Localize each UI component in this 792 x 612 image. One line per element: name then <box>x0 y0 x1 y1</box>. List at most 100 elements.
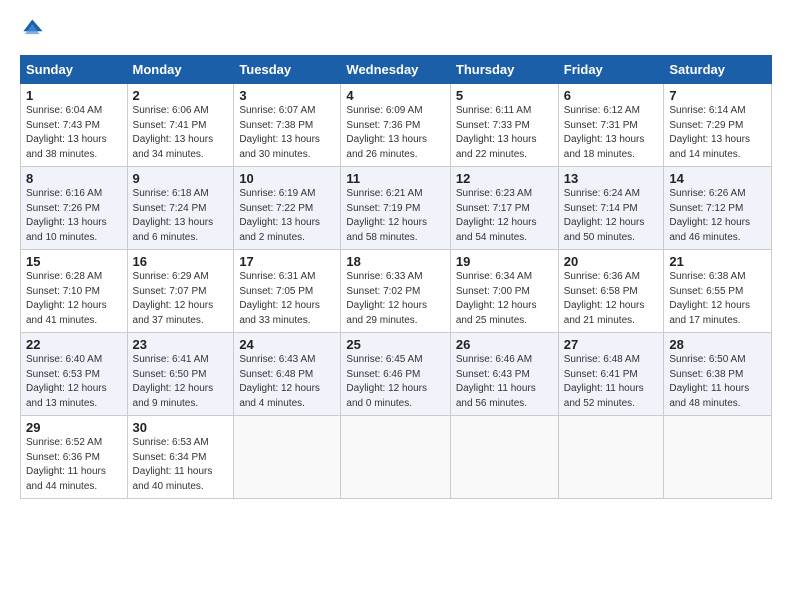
weekday-header-wednesday: Wednesday <box>341 56 450 84</box>
calendar-cell: 1Sunrise: 6:04 AM Sunset: 7:43 PM Daylig… <box>21 84 128 167</box>
day-info: Sunrise: 6:53 AM Sunset: 6:34 PM Dayligh… <box>133 436 229 494</box>
calendar-cell: 27Sunrise: 6:48 AM Sunset: 6:41 PM Dayli… <box>558 333 664 416</box>
logo <box>20 18 44 45</box>
week-row-4: 22Sunrise: 6:40 AM Sunset: 6:53 PM Dayli… <box>21 333 772 416</box>
day-info: Sunrise: 6:29 AM Sunset: 7:07 PM Dayligh… <box>133 270 229 328</box>
day-info: Sunrise: 6:28 AM Sunset: 7:10 PM Dayligh… <box>26 270 122 328</box>
calendar-cell: 8Sunrise: 6:16 AM Sunset: 7:26 PM Daylig… <box>21 167 128 250</box>
day-info: Sunrise: 6:19 AM Sunset: 7:22 PM Dayligh… <box>239 187 335 245</box>
weekday-header-tuesday: Tuesday <box>234 56 341 84</box>
calendar-cell: 12Sunrise: 6:23 AM Sunset: 7:17 PM Dayli… <box>450 167 558 250</box>
day-info: Sunrise: 6:34 AM Sunset: 7:00 PM Dayligh… <box>456 270 553 328</box>
day-info: Sunrise: 6:18 AM Sunset: 7:24 PM Dayligh… <box>133 187 229 245</box>
calendar-cell: 2Sunrise: 6:06 AM Sunset: 7:41 PM Daylig… <box>127 84 234 167</box>
day-info: Sunrise: 6:50 AM Sunset: 6:38 PM Dayligh… <box>669 353 766 411</box>
calendar-cell: 21Sunrise: 6:38 AM Sunset: 6:55 PM Dayli… <box>664 250 772 333</box>
day-number: 9 <box>133 171 229 186</box>
day-info: Sunrise: 6:33 AM Sunset: 7:02 PM Dayligh… <box>346 270 444 328</box>
day-number: 3 <box>239 88 335 103</box>
calendar-cell: 23Sunrise: 6:41 AM Sunset: 6:50 PM Dayli… <box>127 333 234 416</box>
weekday-header-thursday: Thursday <box>450 56 558 84</box>
day-info: Sunrise: 6:52 AM Sunset: 6:36 PM Dayligh… <box>26 436 122 494</box>
day-number: 1 <box>26 88 122 103</box>
day-info: Sunrise: 6:26 AM Sunset: 7:12 PM Dayligh… <box>669 187 766 245</box>
day-number: 18 <box>346 254 444 269</box>
day-info: Sunrise: 6:38 AM Sunset: 6:55 PM Dayligh… <box>669 270 766 328</box>
calendar-cell <box>450 416 558 499</box>
day-number: 5 <box>456 88 553 103</box>
day-info: Sunrise: 6:41 AM Sunset: 6:50 PM Dayligh… <box>133 353 229 411</box>
calendar-cell <box>664 416 772 499</box>
day-info: Sunrise: 6:21 AM Sunset: 7:19 PM Dayligh… <box>346 187 444 245</box>
calendar-cell: 16Sunrise: 6:29 AM Sunset: 7:07 PM Dayli… <box>127 250 234 333</box>
day-info: Sunrise: 6:43 AM Sunset: 6:48 PM Dayligh… <box>239 353 335 411</box>
day-number: 21 <box>669 254 766 269</box>
week-row-5: 29Sunrise: 6:52 AM Sunset: 6:36 PM Dayli… <box>21 416 772 499</box>
day-info: Sunrise: 6:04 AM Sunset: 7:43 PM Dayligh… <box>26 104 122 162</box>
day-number: 4 <box>346 88 444 103</box>
header <box>20 18 772 45</box>
calendar-cell: 5Sunrise: 6:11 AM Sunset: 7:33 PM Daylig… <box>450 84 558 167</box>
day-number: 13 <box>564 171 659 186</box>
day-number: 20 <box>564 254 659 269</box>
day-number: 29 <box>26 420 122 435</box>
calendar-cell: 24Sunrise: 6:43 AM Sunset: 6:48 PM Dayli… <box>234 333 341 416</box>
calendar-table: SundayMondayTuesdayWednesdayThursdayFrid… <box>20 55 772 499</box>
calendar-cell: 28Sunrise: 6:50 AM Sunset: 6:38 PM Dayli… <box>664 333 772 416</box>
weekday-header-sunday: Sunday <box>21 56 128 84</box>
calendar-cell: 7Sunrise: 6:14 AM Sunset: 7:29 PM Daylig… <box>664 84 772 167</box>
day-number: 15 <box>26 254 122 269</box>
calendar-cell: 6Sunrise: 6:12 AM Sunset: 7:31 PM Daylig… <box>558 84 664 167</box>
weekday-header-friday: Friday <box>558 56 664 84</box>
weekday-header-monday: Monday <box>127 56 234 84</box>
day-number: 12 <box>456 171 553 186</box>
calendar-cell: 4Sunrise: 6:09 AM Sunset: 7:36 PM Daylig… <box>341 84 450 167</box>
calendar-cell: 22Sunrise: 6:40 AM Sunset: 6:53 PM Dayli… <box>21 333 128 416</box>
day-number: 28 <box>669 337 766 352</box>
day-number: 8 <box>26 171 122 186</box>
calendar-cell: 11Sunrise: 6:21 AM Sunset: 7:19 PM Dayli… <box>341 167 450 250</box>
day-info: Sunrise: 6:07 AM Sunset: 7:38 PM Dayligh… <box>239 104 335 162</box>
calendar-cell: 3Sunrise: 6:07 AM Sunset: 7:38 PM Daylig… <box>234 84 341 167</box>
day-number: 16 <box>133 254 229 269</box>
day-info: Sunrise: 6:48 AM Sunset: 6:41 PM Dayligh… <box>564 353 659 411</box>
day-info: Sunrise: 6:12 AM Sunset: 7:31 PM Dayligh… <box>564 104 659 162</box>
day-info: Sunrise: 6:14 AM Sunset: 7:29 PM Dayligh… <box>669 104 766 162</box>
day-info: Sunrise: 6:11 AM Sunset: 7:33 PM Dayligh… <box>456 104 553 162</box>
day-info: Sunrise: 6:40 AM Sunset: 6:53 PM Dayligh… <box>26 353 122 411</box>
calendar-cell <box>341 416 450 499</box>
calendar-cell <box>234 416 341 499</box>
calendar-cell: 18Sunrise: 6:33 AM Sunset: 7:02 PM Dayli… <box>341 250 450 333</box>
week-row-1: 1Sunrise: 6:04 AM Sunset: 7:43 PM Daylig… <box>21 84 772 167</box>
calendar-cell: 29Sunrise: 6:52 AM Sunset: 6:36 PM Dayli… <box>21 416 128 499</box>
day-info: Sunrise: 6:31 AM Sunset: 7:05 PM Dayligh… <box>239 270 335 328</box>
day-number: 7 <box>669 88 766 103</box>
calendar-cell: 30Sunrise: 6:53 AM Sunset: 6:34 PM Dayli… <box>127 416 234 499</box>
weekday-header-row: SundayMondayTuesdayWednesdayThursdayFrid… <box>21 56 772 84</box>
day-info: Sunrise: 6:09 AM Sunset: 7:36 PM Dayligh… <box>346 104 444 162</box>
day-number: 27 <box>564 337 659 352</box>
calendar-cell: 9Sunrise: 6:18 AM Sunset: 7:24 PM Daylig… <box>127 167 234 250</box>
day-number: 6 <box>564 88 659 103</box>
calendar-cell: 17Sunrise: 6:31 AM Sunset: 7:05 PM Dayli… <box>234 250 341 333</box>
day-info: Sunrise: 6:24 AM Sunset: 7:14 PM Dayligh… <box>564 187 659 245</box>
calendar-cell: 13Sunrise: 6:24 AM Sunset: 7:14 PM Dayli… <box>558 167 664 250</box>
day-info: Sunrise: 6:23 AM Sunset: 7:17 PM Dayligh… <box>456 187 553 245</box>
weekday-header-saturday: Saturday <box>664 56 772 84</box>
calendar-cell: 25Sunrise: 6:45 AM Sunset: 6:46 PM Dayli… <box>341 333 450 416</box>
day-number: 26 <box>456 337 553 352</box>
calendar-cell: 10Sunrise: 6:19 AM Sunset: 7:22 PM Dayli… <box>234 167 341 250</box>
day-number: 30 <box>133 420 229 435</box>
calendar-cell <box>558 416 664 499</box>
generalblue-icon <box>22 18 44 40</box>
day-number: 24 <box>239 337 335 352</box>
day-info: Sunrise: 6:06 AM Sunset: 7:41 PM Dayligh… <box>133 104 229 162</box>
day-number: 23 <box>133 337 229 352</box>
calendar-cell: 14Sunrise: 6:26 AM Sunset: 7:12 PM Dayli… <box>664 167 772 250</box>
page: SundayMondayTuesdayWednesdayThursdayFrid… <box>0 0 792 509</box>
day-number: 25 <box>346 337 444 352</box>
calendar-cell: 19Sunrise: 6:34 AM Sunset: 7:00 PM Dayli… <box>450 250 558 333</box>
day-number: 2 <box>133 88 229 103</box>
day-info: Sunrise: 6:46 AM Sunset: 6:43 PM Dayligh… <box>456 353 553 411</box>
day-info: Sunrise: 6:36 AM Sunset: 6:58 PM Dayligh… <box>564 270 659 328</box>
